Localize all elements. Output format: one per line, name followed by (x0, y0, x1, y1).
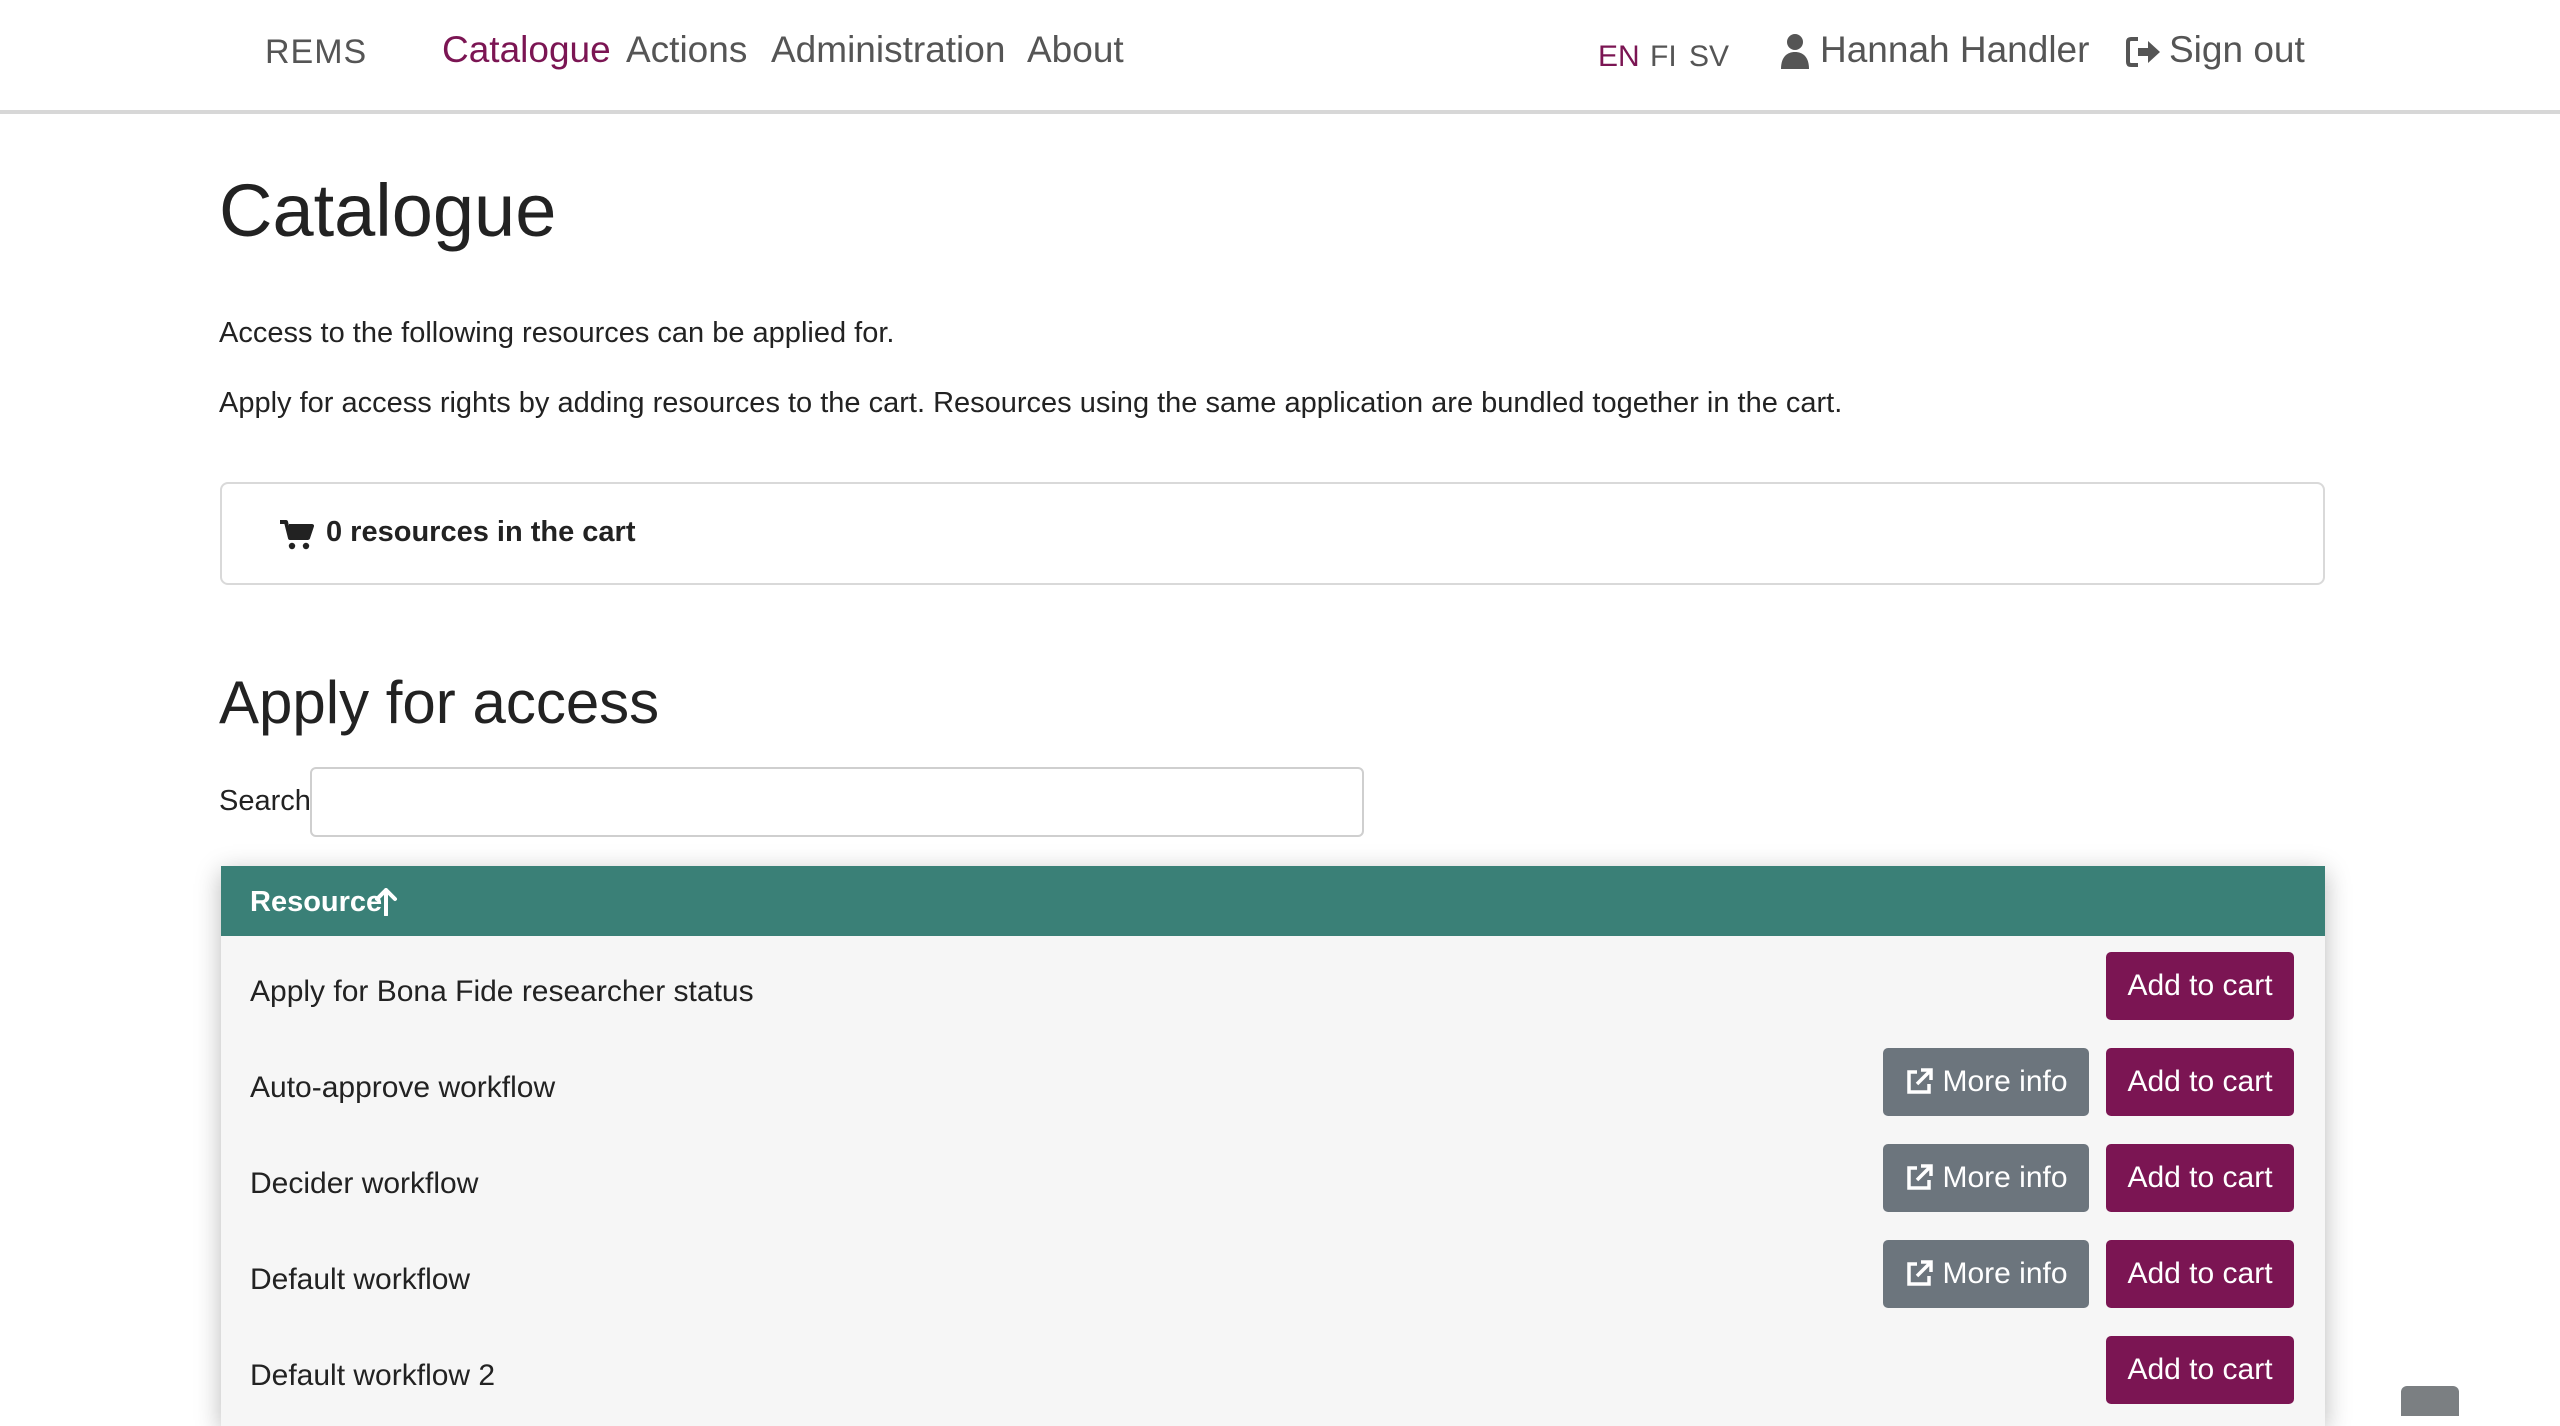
arrow-up-icon (375, 888, 397, 916)
search-label: Search (219, 785, 311, 817)
brand-logo[interactable]: REMS (265, 33, 367, 72)
lang-sv[interactable]: SV (1689, 40, 1729, 74)
shopping-cart-icon (280, 520, 314, 550)
more-info-label: More info (1942, 1161, 2068, 1194)
table-row: Default workflow More info Add to cart (221, 1230, 2325, 1326)
sign-out-link[interactable]: Sign out (2169, 29, 2305, 71)
add-to-cart-button[interactable]: Add to cart (2106, 1144, 2294, 1212)
external-link-icon (1907, 1164, 1934, 1190)
scroll-to-top-icon[interactable] (2401, 1386, 2459, 1416)
table-row: Auto-approve workflow More info Add to c… (221, 1038, 2325, 1134)
lang-fi[interactable]: FI (1650, 40, 1677, 74)
search-input[interactable] (310, 767, 1364, 837)
external-link-icon (1907, 1260, 1934, 1286)
more-info-button[interactable]: More info (1883, 1048, 2089, 1116)
user-icon (1781, 34, 1809, 69)
resource-title: Apply for Bona Fide researcher status (250, 975, 754, 1008)
cart-summary: 0 resources in the cart (220, 482, 2325, 585)
more-info-button[interactable]: More info (1883, 1144, 2089, 1212)
resource-column-header[interactable]: Resource (250, 886, 382, 919)
resource-title: Default workflow (250, 1263, 471, 1296)
nav-administration[interactable]: Administration (771, 29, 1005, 71)
table-header: Resource (221, 866, 2325, 936)
more-info-label: More info (1942, 1065, 2068, 1098)
add-to-cart-button[interactable]: Add to cart (2106, 1240, 2294, 1308)
nav-about[interactable]: About (1027, 29, 1124, 71)
resource-title: Default workflow 2 (250, 1359, 496, 1392)
resource-table: Resource Apply for Bona Fide researcher … (221, 866, 2325, 1426)
lang-en[interactable]: EN (1598, 40, 1640, 74)
apply-section-title: Apply for access (219, 669, 660, 736)
more-info-label: More info (1942, 1257, 2068, 1290)
resource-title: Auto-approve workflow (250, 1071, 556, 1104)
page-title: Catalogue (219, 169, 557, 252)
more-info-button[interactable]: More info (1883, 1240, 2089, 1308)
add-to-cart-button[interactable]: Add to cart (2106, 952, 2294, 1020)
add-to-cart-button[interactable]: Add to cart (2106, 1048, 2294, 1116)
table-row: Decider workflow More info Add to cart (221, 1134, 2325, 1230)
nav-catalogue[interactable]: Catalogue (442, 29, 611, 71)
add-to-cart-button[interactable]: Add to cart (2106, 1336, 2294, 1404)
cart-count-text: 0 resources in the cart (326, 516, 636, 548)
top-navbar: REMS Catalogue Actions Administration Ab… (0, 0, 2560, 114)
sign-out-icon (2126, 37, 2160, 67)
user-name[interactable]: Hannah Handler (1820, 29, 2089, 71)
nav-actions[interactable]: Actions (626, 29, 747, 71)
table-row: Apply for Bona Fide researcher status Ad… (221, 942, 2325, 1038)
external-link-icon (1907, 1068, 1934, 1094)
resource-title: Decider workflow (250, 1167, 479, 1200)
intro-instructions: Apply for access rights by adding resour… (219, 387, 1843, 419)
intro-text: Access to the following resources can be… (219, 317, 895, 349)
